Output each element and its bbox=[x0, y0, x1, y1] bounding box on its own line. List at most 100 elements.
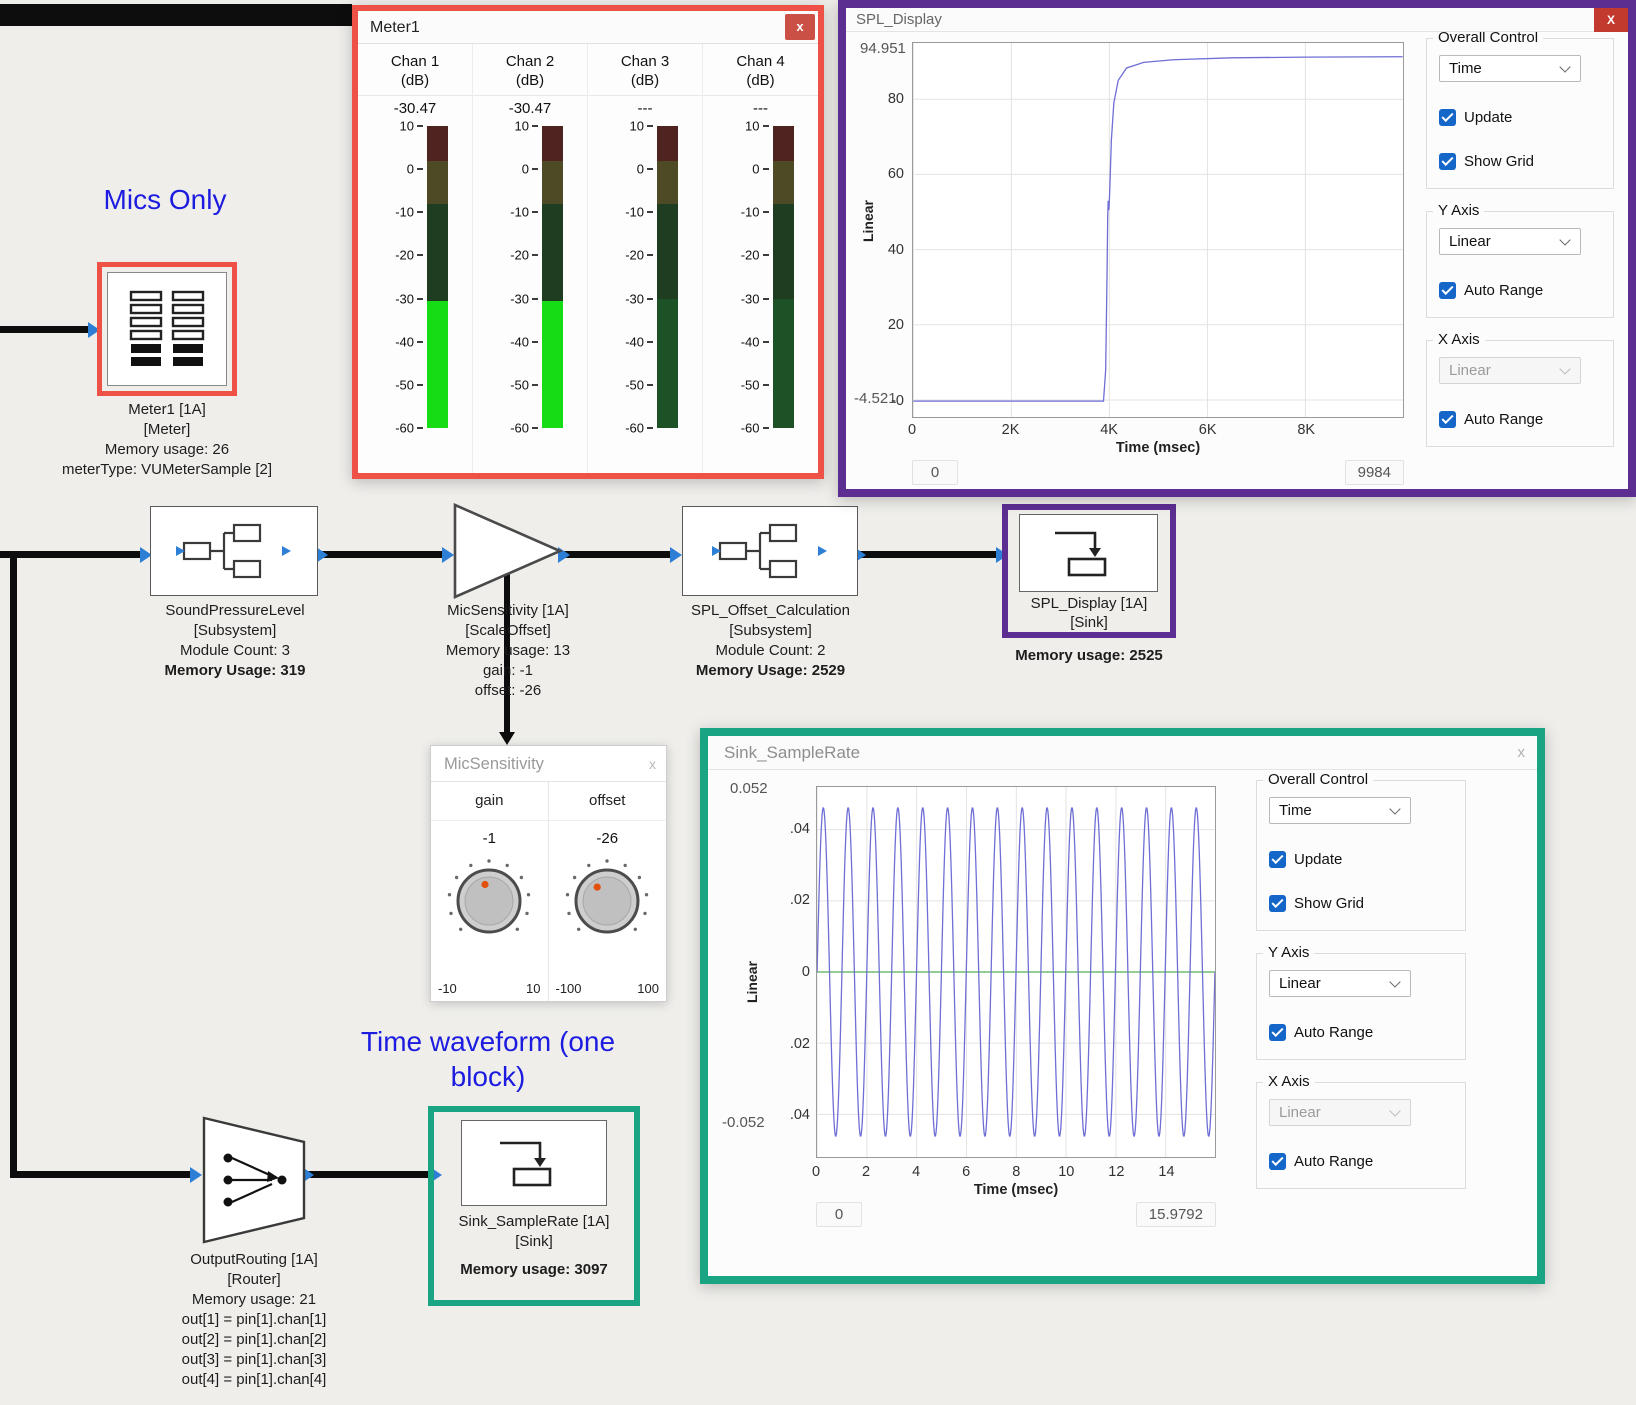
y-auto-range-checkbox[interactable]: Auto Range bbox=[1269, 1024, 1453, 1041]
scale-label: 10 bbox=[745, 119, 759, 134]
meter-channel-1: Chan 1(dB)-30.47100-10-20-30-40-50-60 bbox=[358, 44, 473, 473]
scale-label: 0 bbox=[522, 162, 529, 177]
spl-display-window-titlebar[interactable]: SPL_Display X bbox=[846, 8, 1628, 32]
scale-label: -10 bbox=[741, 205, 760, 220]
sink-icon bbox=[484, 1131, 584, 1195]
spl-display-labels: SPL_Display [1A] [Sink] bbox=[1008, 594, 1170, 632]
checkbox-checked-icon bbox=[1439, 411, 1456, 428]
scale-label: -40 bbox=[395, 334, 414, 349]
close-button[interactable]: x bbox=[785, 14, 815, 40]
channel-header: Chan 2(dB) bbox=[473, 52, 587, 96]
close-button[interactable]: x bbox=[1518, 736, 1526, 770]
tick-mark bbox=[647, 125, 653, 127]
y-tick-label: 40 bbox=[888, 242, 904, 258]
close-button[interactable]: X bbox=[1594, 8, 1628, 32]
mic-sensitivity-block[interactable] bbox=[452, 502, 564, 600]
tick-mark bbox=[532, 384, 538, 386]
checkbox-checked-icon bbox=[1269, 1024, 1286, 1041]
meter-scale: 100-10-20-30-40-50-60 bbox=[728, 126, 770, 428]
overall-control-dropdown[interactable]: Time bbox=[1439, 55, 1581, 82]
tick-mark bbox=[763, 384, 769, 386]
tick-mark bbox=[763, 427, 769, 429]
x-tick-label: 4K bbox=[1100, 422, 1118, 438]
offset-input-port bbox=[670, 547, 682, 563]
update-checkbox[interactable]: Update bbox=[1439, 109, 1601, 126]
meter1-window: Meter1 x Chan 1(dB)-30.47100-10-20-30-40… bbox=[352, 5, 824, 479]
gain-knob[interactable] bbox=[445, 857, 533, 945]
sound-pressure-level-block[interactable] bbox=[150, 506, 318, 596]
x-tick-label: 0 bbox=[908, 422, 916, 438]
scale-label: -50 bbox=[625, 377, 644, 392]
meter1-window-titlebar[interactable]: Meter1 x bbox=[358, 11, 818, 44]
chevron-down-icon bbox=[1559, 234, 1570, 245]
x-tick-label: 10 bbox=[1058, 1164, 1074, 1180]
checkbox-checked-icon bbox=[1439, 109, 1456, 126]
group-title: Overall Control bbox=[1263, 771, 1373, 788]
overall-control-dropdown[interactable]: Time bbox=[1269, 797, 1411, 824]
tick-mark bbox=[647, 211, 653, 213]
y-axis-group: Y Axis Linear Auto Range bbox=[1256, 953, 1466, 1060]
tick-mark bbox=[647, 254, 653, 256]
output-routing-block[interactable] bbox=[202, 1116, 306, 1244]
wire-offset-to-display bbox=[856, 551, 1000, 558]
chevron-down-icon bbox=[1389, 803, 1400, 814]
tick-mark bbox=[417, 168, 423, 170]
chevron-down-icon bbox=[1559, 61, 1570, 72]
y-axis-dropdown[interactable]: Linear bbox=[1439, 228, 1581, 255]
window-title: SPL_Display bbox=[846, 8, 942, 32]
meter-scale: 100-10-20-30-40-50-60 bbox=[612, 126, 654, 428]
x-axis-dropdown[interactable]: Linear bbox=[1269, 1099, 1411, 1126]
y-axis-dropdown[interactable]: Linear bbox=[1269, 970, 1411, 997]
y-auto-range-checkbox[interactable]: Auto Range bbox=[1439, 282, 1601, 299]
scale-label: -40 bbox=[625, 334, 644, 349]
wire-input-main bbox=[0, 551, 144, 558]
mics-only-label: Mics Only bbox=[60, 182, 270, 217]
x-auto-range-checkbox[interactable]: Auto Range bbox=[1439, 411, 1601, 428]
tick-mark bbox=[647, 384, 653, 386]
scale-label: -20 bbox=[510, 248, 529, 263]
meter1-block-labels: Meter1 [1A] [Meter] Memory usage: 26 met… bbox=[30, 400, 304, 480]
sink-plot bbox=[816, 786, 1216, 1158]
scale-label: -10 bbox=[395, 205, 414, 220]
tick-mark bbox=[647, 168, 653, 170]
meter1-block[interactable] bbox=[97, 262, 237, 396]
update-checkbox[interactable]: Update bbox=[1269, 851, 1453, 868]
y-tick-label: 0.04 bbox=[790, 1107, 810, 1123]
spl-offset-calculation-block[interactable] bbox=[682, 506, 858, 596]
spl-display-block[interactable]: SPL_Display [1A] [Sink] bbox=[1002, 504, 1176, 638]
show-grid-checkbox[interactable]: Show Grid bbox=[1269, 895, 1453, 912]
scale-label: -40 bbox=[741, 334, 760, 349]
channel-header: Chan 4(dB) bbox=[703, 52, 818, 96]
y-tick-label: 20 bbox=[888, 317, 904, 333]
scale-label: -60 bbox=[625, 421, 644, 436]
y-tick-labels: 80604020-0 bbox=[874, 42, 908, 418]
offset-knob[interactable] bbox=[563, 857, 651, 945]
knob-max-label: 10 bbox=[526, 981, 540, 996]
x-axis-group: X Axis Linear Auto Range bbox=[1256, 1082, 1466, 1189]
close-icon: X bbox=[1607, 13, 1615, 27]
knob-label: offset bbox=[549, 782, 667, 821]
scale-label: -30 bbox=[625, 291, 644, 306]
overall-control-group: Overall Control Time Update Show Grid bbox=[1426, 38, 1614, 189]
tick-mark bbox=[763, 125, 769, 127]
level-bar bbox=[542, 126, 563, 428]
x-tick-label: 4 bbox=[912, 1164, 920, 1180]
scale-label: 10 bbox=[630, 119, 644, 134]
mic-sensitivity-labels: MicSensitivity [1A] [ScaleOffset] Memory… bbox=[398, 601, 618, 701]
sink-sample-rate-window-titlebar[interactable]: Sink_SampleRate x bbox=[708, 736, 1537, 770]
sink-sample-rate-window: Sink_SampleRate x 0.052 -0.052 Linear 0.… bbox=[700, 728, 1545, 1284]
sink-sample-rate-block[interactable]: Sink_SampleRate [1A] [Sink] Memory usage… bbox=[428, 1106, 640, 1306]
tick-mark bbox=[763, 168, 769, 170]
mic-sensitivity-panel-titlebar[interactable]: MicSensitivity x bbox=[431, 746, 666, 782]
x-axis-dropdown[interactable]: Linear bbox=[1439, 357, 1581, 384]
scale-label: -40 bbox=[510, 334, 529, 349]
y-tick-label: 0 bbox=[802, 964, 810, 980]
scale-label: -20 bbox=[741, 248, 760, 263]
scale-label: -20 bbox=[395, 248, 414, 263]
wire-to-meter1 bbox=[0, 326, 92, 333]
x-auto-range-checkbox[interactable]: Auto Range bbox=[1269, 1153, 1453, 1170]
show-grid-checkbox[interactable]: Show Grid bbox=[1439, 153, 1601, 170]
close-button[interactable]: x bbox=[649, 746, 656, 782]
knob-label: gain bbox=[431, 782, 548, 821]
channel-header: Chan 3(dB) bbox=[588, 52, 702, 96]
